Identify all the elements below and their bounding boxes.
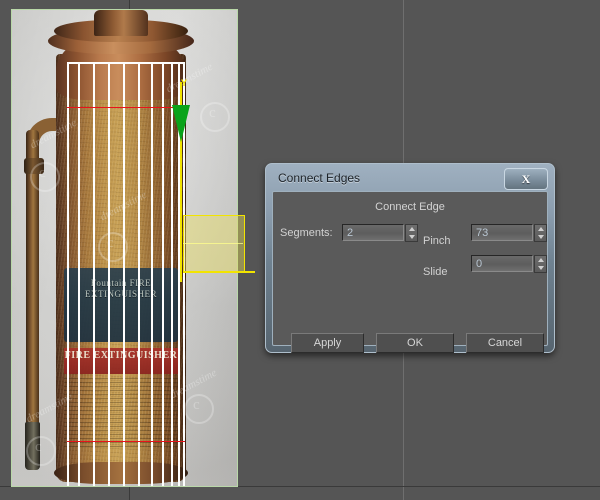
dialog-title-bar[interactable]: Connect Edges X bbox=[269, 167, 551, 191]
segments-stepper[interactable] bbox=[405, 224, 418, 242]
stepper-down-icon bbox=[408, 235, 415, 239]
connect-edges-dialog[interactable]: Connect Edges X Connect Edge Segments: 2… bbox=[265, 163, 555, 353]
slide-input[interactable]: 0 bbox=[471, 255, 533, 272]
gizmo-plane-midline bbox=[183, 243, 243, 244]
pinch-stepper[interactable] bbox=[534, 224, 547, 242]
selected-edge-loop[interactable] bbox=[67, 107, 185, 108]
stepper-up-icon bbox=[537, 258, 544, 262]
watermark-icon bbox=[184, 394, 214, 424]
close-button[interactable]: X bbox=[504, 168, 548, 190]
segments-label: Segments: bbox=[280, 227, 333, 239]
grid-line-horizontal bbox=[0, 486, 600, 487]
cancel-button[interactable]: Cancel bbox=[466, 333, 544, 353]
pinch-input[interactable]: 73 bbox=[471, 224, 533, 241]
stepper-down-icon bbox=[537, 235, 544, 239]
slide-label: Slide bbox=[423, 266, 448, 278]
gizmo-xy-plane-handle[interactable] bbox=[183, 215, 245, 273]
gizmo-axis-label: Y bbox=[181, 78, 188, 88]
extinguisher-band-text: FIRE EXTINGUISHER bbox=[64, 350, 178, 361]
extinguisher-fine-print bbox=[64, 378, 178, 448]
wire-vertical bbox=[162, 62, 164, 486]
wire-vertical bbox=[108, 62, 110, 486]
wire-vertical bbox=[93, 62, 95, 486]
segments-input[interactable]: 2 bbox=[342, 224, 404, 241]
close-icon: X bbox=[521, 172, 531, 186]
wire-vertical bbox=[151, 62, 153, 486]
extinguisher-neck bbox=[94, 10, 148, 36]
apply-button[interactable]: Apply bbox=[291, 333, 364, 353]
dialog-title: Connect Edges bbox=[278, 171, 361, 185]
wire-vertical bbox=[123, 62, 125, 486]
extinguisher-base-rim bbox=[54, 462, 188, 484]
watermark-icon bbox=[30, 162, 60, 192]
connect-edge-group: Connect Edge Segments: 2 Pinch 73 Slide … bbox=[272, 191, 548, 353]
gizmo-x-axis[interactable] bbox=[183, 271, 255, 273]
watermark-icon bbox=[26, 436, 56, 466]
ok-button[interactable]: OK bbox=[376, 333, 454, 353]
wire-horizontal-top bbox=[67, 62, 184, 64]
slide-stepper[interactable] bbox=[534, 255, 547, 273]
grid-line-vertical-lower bbox=[129, 486, 130, 500]
stepper-down-icon bbox=[537, 266, 544, 270]
extinguisher-crest-text: Fountain FIRE EXTINGUISHER bbox=[85, 278, 157, 299]
wire-vertical bbox=[78, 62, 80, 486]
stepper-up-icon bbox=[408, 227, 415, 231]
wire-vertical bbox=[138, 62, 140, 486]
group-title: Connect Edge bbox=[375, 201, 445, 213]
watermark-icon bbox=[200, 102, 230, 132]
selected-edge-loop[interactable] bbox=[67, 441, 185, 442]
pinch-label: Pinch bbox=[423, 235, 451, 247]
wire-vertical bbox=[67, 62, 69, 486]
stepper-up-icon bbox=[537, 227, 544, 231]
